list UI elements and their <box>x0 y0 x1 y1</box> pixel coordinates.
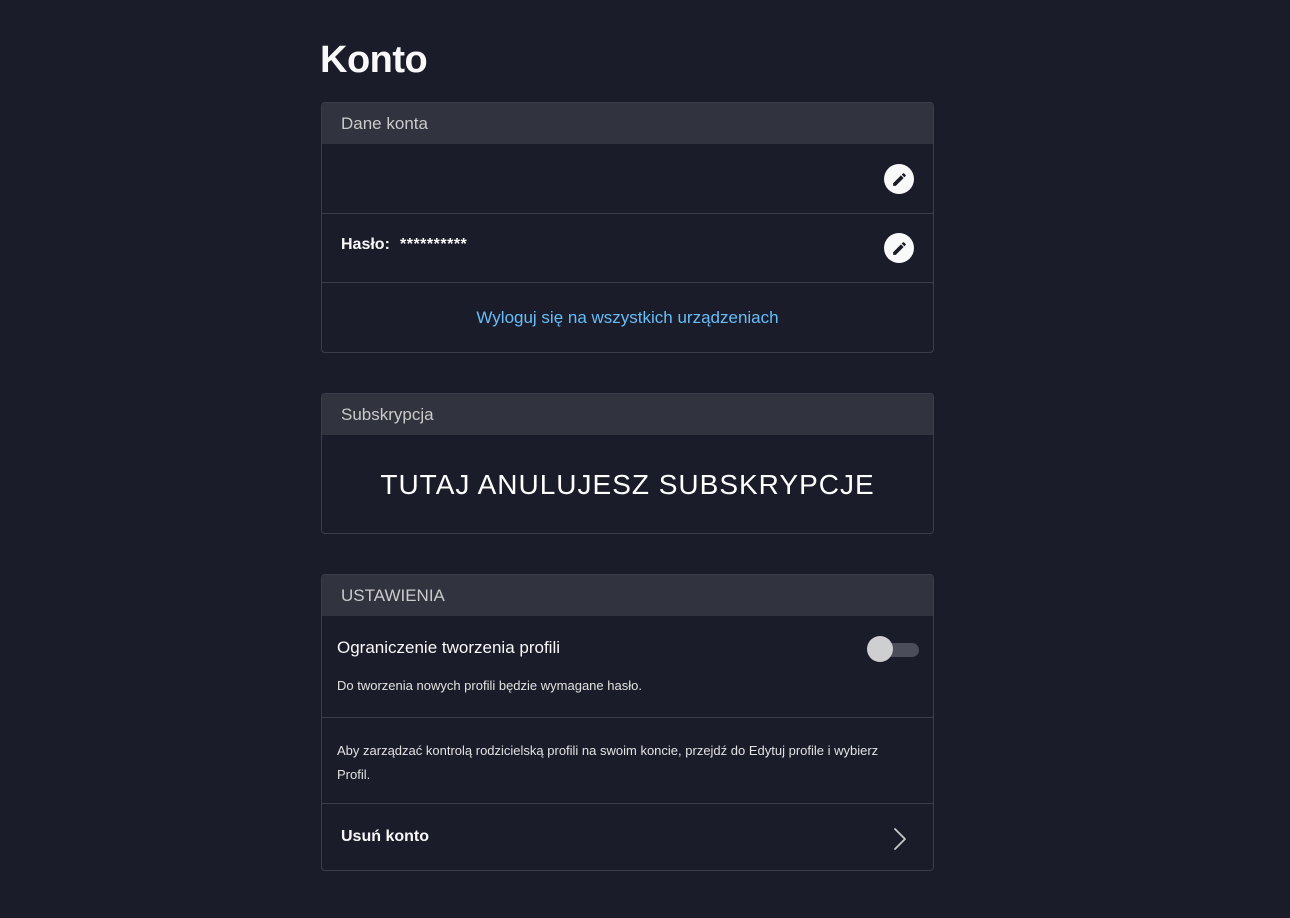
edit-email-button[interactable] <box>884 164 914 194</box>
logout-row: Wyloguj się na wszystkich urządzeniach <box>322 282 933 352</box>
email-row <box>322 144 933 213</box>
page-title: Konto <box>320 39 428 81</box>
logout-all-devices-link[interactable]: Wyloguj się na wszystkich urządzeniach <box>322 283 933 352</box>
parental-control-info: Aby zarządzać kontrolą rodzicielską prof… <box>337 743 879 782</box>
profile-restriction-row: Ograniczenie tworzenia profili Do tworze… <box>322 616 933 717</box>
password-label: Hasło: <box>341 236 390 253</box>
cancel-subscription-text: TUTAJ ANULUJESZ SUBSKRYPCJE <box>380 469 875 500</box>
toggle-knob <box>867 636 893 662</box>
pencil-icon <box>892 172 906 186</box>
edit-password-button[interactable] <box>884 233 914 263</box>
account-details-header: Dane konta <box>322 103 933 144</box>
subscription-card: Subskrypcja TUTAJ ANULUJESZ SUBSKRYPCJE <box>321 393 934 534</box>
subscription-header: Subskrypcja <box>322 394 933 435</box>
delete-account-label: Usuń konto <box>341 828 429 845</box>
pencil-icon <box>892 241 906 255</box>
password-value: ********** <box>400 236 468 253</box>
account-details-card: Dane konta Hasło: ********** Wyloguj się… <box>321 102 934 353</box>
parental-control-info-row: Aby zarządzać kontrolą rodzicielską prof… <box>322 717 933 803</box>
chevron-right-icon <box>894 828 906 850</box>
account-page: Konto Dane konta Hasło: ********** Wylog… <box>0 0 1290 918</box>
settings-card: USTAWIENIA Ograniczenie tworzenia profil… <box>321 574 934 871</box>
delete-account-row[interactable]: Usuń konto <box>322 803 933 870</box>
profile-restriction-title: Ograniczenie tworzenia profili <box>337 638 560 657</box>
password-row: Hasło: ********** <box>322 213 933 282</box>
settings-header: USTAWIENIA <box>322 575 933 616</box>
subscription-row[interactable]: TUTAJ ANULUJESZ SUBSKRYPCJE <box>322 435 933 533</box>
profile-restriction-toggle[interactable] <box>867 636 919 662</box>
profile-restriction-description: Do tworzenia nowych profili będzie wymag… <box>337 678 642 693</box>
